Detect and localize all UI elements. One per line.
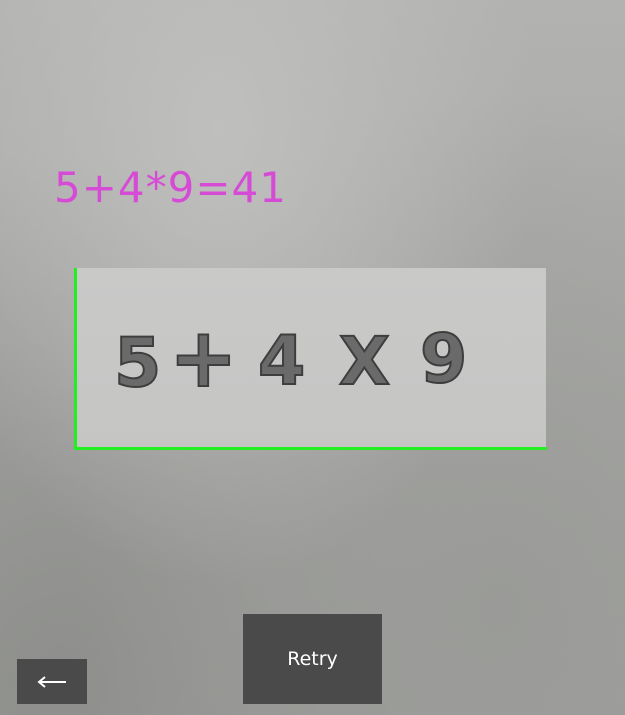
captured-glyph-x: X (339, 323, 390, 400)
captured-region: 5 + 4 X 9 (76, 268, 546, 448)
recognized-result-text: 5+4*9=41 (54, 163, 287, 212)
captured-glyph-4: 4 (258, 322, 305, 401)
captured-glyph-9: 9 (420, 320, 467, 399)
camera-viewport: 5+4*9=41 5 + 4 X 9 Retry (0, 0, 625, 715)
back-button[interactable] (17, 659, 87, 704)
captured-expression-image: 5 + 4 X 9 (113, 310, 468, 407)
retry-button[interactable]: Retry (243, 614, 382, 704)
captured-glyph-plus: + (169, 311, 238, 406)
arrow-left-icon (37, 675, 66, 688)
captured-glyph-5: 5 (114, 324, 161, 403)
crop-edge-left (74, 268, 77, 450)
crop-edge-bottom (74, 447, 547, 450)
